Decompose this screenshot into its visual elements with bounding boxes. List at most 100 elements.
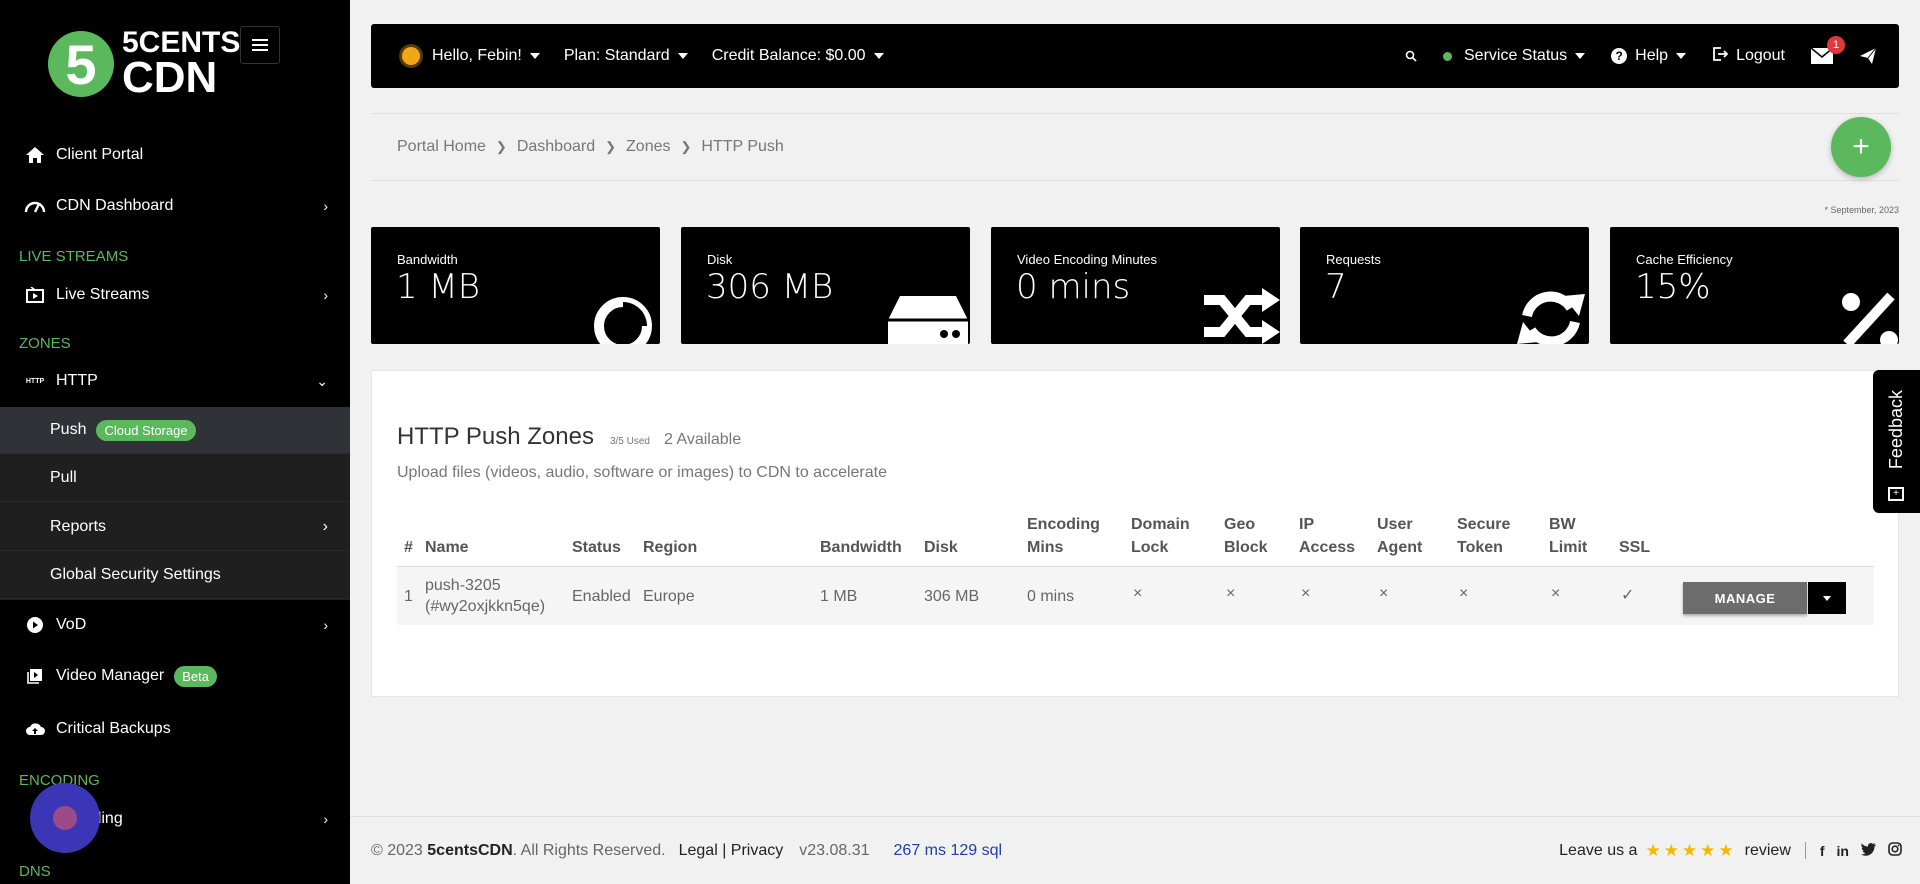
version-text: v23.08.31 — [799, 841, 870, 859]
perf-stats-text: 267 ms 129 sql — [893, 841, 1003, 859]
add-zone-button[interactable]: + — [1831, 117, 1891, 177]
http-submenu: Push Cloud Storage Pull Reports › Global… — [0, 407, 350, 600]
logout-label: Logout — [1736, 47, 1785, 64]
table-row: 1 push-3205 (#wy2oxjkkn5qe) Enabled Euro… — [397, 567, 1874, 625]
col-header-num: # — [404, 539, 413, 556]
home-icon — [24, 144, 46, 166]
logo-text-bottom: CDN — [122, 53, 218, 102]
zones-used-count: 3/5 Used — [609, 436, 650, 447]
copyright-text: © 2023 5centsCDN. All Rights Reserved. — [371, 841, 666, 859]
cloud-storage-badge: Cloud Storage — [96, 419, 196, 441]
stat-card-encoding-minutes: Video Encoding Minutes 0 mins — [991, 227, 1280, 344]
sidebar-item-vod[interactable]: VoD › — [0, 603, 350, 647]
chevron-right-icon: › — [323, 811, 328, 827]
legal-link[interactable]: Legal — [679, 842, 718, 859]
question-circle-icon: ? — [1611, 48, 1628, 64]
breadcrumb-portal-home[interactable]: Portal Home — [397, 138, 486, 156]
send-button[interactable] — [1859, 47, 1877, 65]
sidebar-item-video-manager[interactable]: Video Manager Beta — [0, 654, 350, 698]
credit-balance-menu[interactable]: Credit Balance: $0.00 — [712, 47, 884, 65]
breadcrumb-dashboard[interactable]: Dashboard — [517, 138, 595, 156]
sidebar: 5 5CENTS CDN Client Portal CDN Dashboard… — [0, 0, 350, 884]
review-stars-icon[interactable]: ★★★★★ — [1645, 841, 1736, 861]
chat-widget-button[interactable] — [30, 783, 100, 853]
col-header-status: Status — [572, 539, 621, 556]
chevron-right-icon: ❯ — [680, 139, 692, 154]
stat-label: Cache Efficiency — [1636, 252, 1733, 267]
caret-down-icon — [1676, 53, 1687, 59]
http-icon: HTTP — [25, 377, 45, 385]
stat-label: Disk — [707, 252, 733, 267]
messages-button[interactable]: 1 — [1811, 36, 1845, 64]
cell-status: Enabled — [572, 588, 631, 605]
sidebar-item-push[interactable]: Push Cloud Storage — [0, 407, 350, 454]
cell-encoding-mins: 0 mins — [1027, 588, 1075, 605]
chevron-right-icon: ❯ — [495, 139, 507, 154]
logout-icon — [1712, 46, 1729, 67]
manage-dropdown-button[interactable] — [1808, 582, 1846, 614]
menu-toggle-button[interactable] — [240, 26, 280, 64]
twitter-icon[interactable] — [1861, 842, 1876, 859]
cell-ip-access-off-icon: × — [1301, 585, 1311, 602]
feedback-icon: + — [1888, 487, 1904, 501]
sidebar-item-label: Video Manager — [56, 667, 165, 684]
caret-down-icon — [1823, 595, 1831, 601]
breadcrumb-http-push: HTTP Push — [701, 138, 784, 155]
sidebar-item-reports[interactable]: Reports › — [0, 504, 350, 551]
sidebar-item-critical-backups[interactable]: Critical Backups — [0, 707, 350, 751]
logout-button[interactable]: Logout — [1712, 46, 1785, 67]
sidebar-item-http[interactable]: HTTP HTTP ⌄ — [0, 359, 350, 403]
credit-text: Credit Balance: $0.00 — [711, 47, 866, 64]
privacy-link[interactable]: Privacy — [731, 842, 783, 859]
plan-text: Plan: Standard — [563, 47, 670, 64]
chevron-right-icon: › — [322, 518, 328, 535]
search-icon[interactable] — [1405, 50, 1417, 62]
col-header-ssl: SSL — [1619, 539, 1651, 556]
sidebar-item-label: Live Streams — [56, 286, 150, 303]
instagram-icon[interactable] — [1888, 842, 1902, 859]
manage-button[interactable]: MANAGE — [1683, 582, 1807, 614]
sidebar-item-label: Critical Backups — [56, 720, 171, 737]
gauge-icon — [24, 195, 46, 217]
sidebar-item-label: Global Security Settings — [50, 566, 221, 583]
help-menu[interactable]: ? Help — [1611, 47, 1687, 65]
stats-period-note: * September, 2023 — [1824, 205, 1899, 215]
beta-badge: Beta — [174, 665, 217, 687]
sidebar-item-cdn-dashboard[interactable]: CDN Dashboard › — [0, 184, 350, 228]
chevron-down-icon: ⌄ — [316, 372, 328, 389]
service-status-label: Service Status — [1464, 47, 1568, 64]
sidebar-item-global-security[interactable]: Global Security Settings — [0, 552, 350, 599]
top-navbar: Hello, Febin! Plan: Standard Credit Bala… — [371, 24, 1899, 88]
sidebar-item-pull[interactable]: Pull — [0, 455, 350, 502]
sidebar-item-live-streams[interactable]: Live Streams › — [0, 273, 350, 317]
logo[interactable]: 5 5CENTS CDN — [48, 28, 240, 100]
cell-name[interactable]: push-3205 (#wy2oxjkkn5qe) — [425, 575, 545, 617]
percent-icon — [1842, 292, 1898, 344]
caret-down-icon — [1575, 53, 1586, 59]
breadcrumb-zones[interactable]: Zones — [626, 138, 670, 156]
stat-value: 7 — [1325, 267, 1347, 307]
sidebar-item-label: HTTP — [56, 372, 98, 389]
col-header-disk: Disk — [924, 539, 958, 556]
col-header-user-agent: User Agent — [1377, 516, 1423, 556]
stat-card-requests: Requests 7 — [1300, 227, 1589, 344]
sidebar-item-label: Client Portal — [56, 146, 144, 163]
breadcrumb: Portal Home ❯ Dashboard ❯ Zones ❯ HTTP P… — [371, 113, 1899, 181]
review-prompt: Leave us a — [1559, 841, 1638, 859]
feedback-tab[interactable]: Feedback + — [1873, 370, 1920, 513]
plan-menu[interactable]: Plan: Standard — [564, 47, 688, 65]
linkedin-icon[interactable]: in — [1837, 843, 1849, 859]
col-header-ip-access: IP Access — [1299, 516, 1356, 556]
review-link[interactable]: review — [1745, 842, 1791, 860]
user-menu[interactable]: Hello, Febin! — [402, 47, 540, 65]
sidebar-item-client-portal[interactable]: Client Portal — [0, 133, 350, 177]
service-status-menu[interactable]: Service Status — [1443, 47, 1586, 65]
section-heading-dns: DNS — [19, 863, 51, 880]
stat-value: 0 mins — [1016, 267, 1131, 307]
col-header-bandwidth: Bandwidth — [820, 539, 902, 556]
stat-value: 1 MB — [396, 267, 481, 307]
sun-avatar-icon — [402, 47, 420, 65]
col-header-name: Name — [425, 539, 469, 556]
stat-card-disk: Disk 306 MB — [681, 227, 970, 344]
facebook-icon[interactable]: f — [1820, 843, 1825, 859]
